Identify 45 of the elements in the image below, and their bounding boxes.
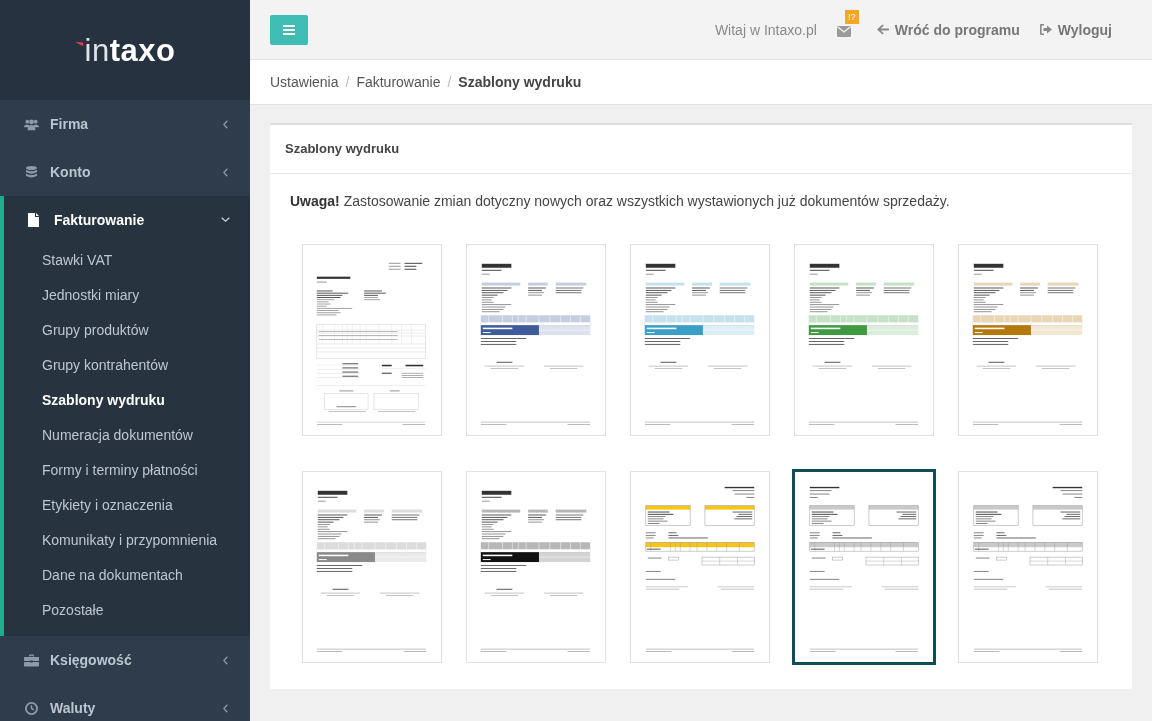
submenu-item[interactable]: Stawki VAT (4, 243, 250, 278)
submenu-item[interactable]: Grupy kontrahentów (4, 348, 250, 383)
logout-icon (1039, 24, 1052, 35)
logout-link[interactable]: Wyloguj (1039, 21, 1112, 38)
sidebar-item[interactable]: Firma (0, 100, 250, 148)
database-icon (24, 165, 39, 179)
sidebar-item[interactable]: Fakturowanie (4, 196, 250, 243)
submenu-item[interactable]: Pozostałe (4, 593, 250, 628)
clock-icon (24, 701, 39, 715)
envelope-icon[interactable] (836, 26, 851, 37)
breadcrumb-link[interactable]: Fakturowanie (356, 74, 441, 90)
chevron-left-icon (223, 655, 228, 665)
chevron-left-icon (223, 703, 228, 713)
breadcrumb-current: Szablony wydruku (458, 74, 582, 90)
chevron-left-icon (223, 167, 228, 177)
arrow-left-icon (876, 24, 889, 35)
sidebar-item[interactable]: Księgowość (0, 636, 250, 684)
card-title: Szablony wydruku (270, 125, 1132, 174)
briefcase-icon (24, 653, 39, 667)
template-thumbnail[interactable] (792, 469, 936, 665)
sidebar-item[interactable]: Waluty (0, 684, 250, 721)
submenu-item[interactable]: Grupy produktów (4, 313, 250, 348)
back-link[interactable]: Wróć do programu (876, 21, 1020, 38)
menu-icon (283, 24, 295, 35)
submenu-item[interactable]: Dane na dokumentach (4, 558, 250, 593)
logo-text: intaxo (84, 34, 176, 66)
chevron-left-icon (223, 119, 228, 129)
menu-button[interactable] (270, 14, 308, 45)
breadcrumb-separator: / (447, 74, 452, 90)
breadcrumb-link[interactable]: Ustawienia (270, 74, 339, 90)
notice-text: Uwaga! Zastosowanie zmian dotyczny nowych oraz wszystkich wystawionych już dokumentów sprzedaży. (290, 192, 951, 211)
logo-mark-icon (74, 41, 83, 46)
sidebar-item[interactable]: Konto (0, 148, 250, 196)
greeting-text: Witaj w Intaxo.pl (714, 21, 817, 38)
document-icon (28, 212, 39, 227)
notification-badge: !? (844, 10, 859, 24)
submenu-item[interactable]: Formy i terminy płatności (4, 453, 250, 488)
chevron-down-icon (221, 217, 230, 222)
submenu-item[interactable]: Szablony wydruku (4, 383, 250, 418)
breadcrumb-separator: / (345, 74, 350, 90)
submenu-item[interactable]: Komunikaty i przypomnienia (4, 523, 250, 558)
submenu-item[interactable]: Numeracja dokumentów (4, 418, 250, 453)
people-icon (24, 117, 39, 131)
submenu-item[interactable]: Etykiety i oznaczenia (4, 488, 250, 523)
submenu-item[interactable]: Jednostki miary (4, 278, 250, 313)
